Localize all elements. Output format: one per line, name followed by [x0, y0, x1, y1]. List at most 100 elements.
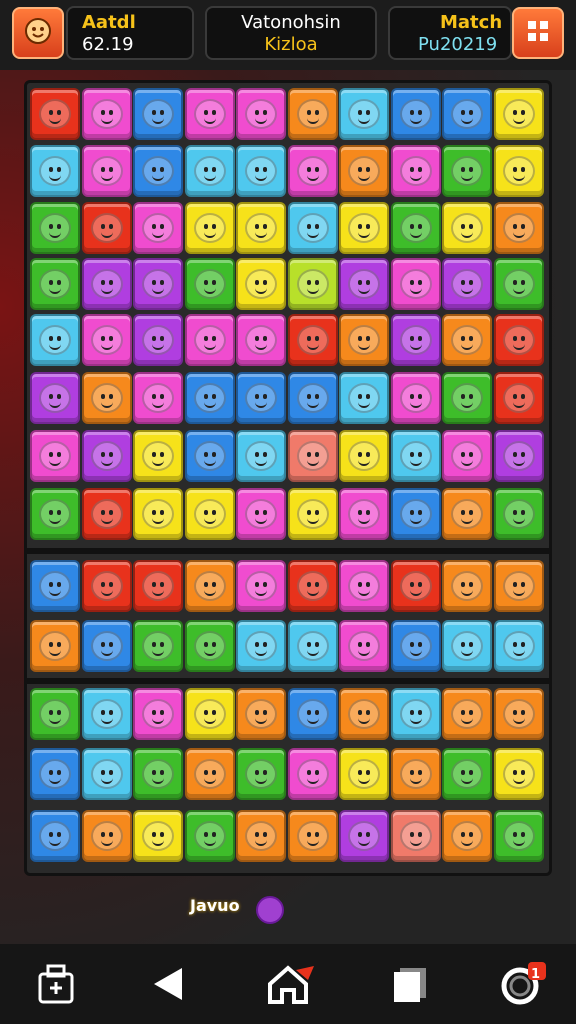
- profile-button[interactable]: [12, 7, 64, 59]
- tile-pink[interactable]: [287, 145, 338, 197]
- tile-pink[interactable]: [442, 430, 492, 482]
- tile-blue[interactable]: [184, 430, 235, 482]
- tile-pink[interactable]: [236, 88, 286, 140]
- tile-pink[interactable]: [339, 488, 389, 540]
- tile-yellow[interactable]: [133, 488, 183, 540]
- tile-green[interactable]: [133, 748, 183, 800]
- tile-cyan[interactable]: [236, 430, 286, 482]
- notifications-button[interactable]: 1: [494, 958, 550, 1014]
- tile-pink[interactable]: [339, 560, 389, 612]
- tile-yellow[interactable]: [442, 202, 492, 254]
- tile-purple[interactable]: [133, 314, 183, 366]
- tile-cyan[interactable]: [81, 748, 132, 800]
- tile-red[interactable]: [30, 88, 80, 140]
- tile-purple[interactable]: [493, 430, 544, 482]
- tile-blue[interactable]: [390, 620, 441, 672]
- tile-purple[interactable]: [442, 258, 492, 310]
- tile-yellow[interactable]: [184, 202, 235, 254]
- tile-green[interactable]: [30, 258, 80, 310]
- back-button[interactable]: [140, 958, 196, 1014]
- tile-cyan[interactable]: [236, 620, 286, 672]
- tile-green[interactable]: [390, 202, 441, 254]
- tile-pink[interactable]: [390, 145, 441, 197]
- tile-yellow[interactable]: [133, 810, 183, 862]
- tile-red[interactable]: [81, 560, 132, 612]
- tile-blue[interactable]: [442, 88, 492, 140]
- tile-yellow[interactable]: [184, 488, 235, 540]
- recent-apps-button[interactable]: [382, 958, 438, 1014]
- tile-cyan[interactable]: [236, 145, 286, 197]
- tile-salmon[interactable]: [390, 810, 441, 862]
- tile-blue[interactable]: [287, 688, 338, 740]
- tile-yellow[interactable]: [236, 258, 286, 310]
- menu-button[interactable]: [512, 7, 564, 59]
- tile-red[interactable]: [287, 560, 338, 612]
- tile-orange[interactable]: [442, 314, 492, 366]
- tile-pink[interactable]: [184, 88, 235, 140]
- tile-green[interactable]: [30, 688, 80, 740]
- tile-cyan[interactable]: [339, 88, 389, 140]
- tile-green[interactable]: [442, 145, 492, 197]
- tile-pink[interactable]: [81, 88, 132, 140]
- tile-orange[interactable]: [493, 688, 544, 740]
- tile-cyan[interactable]: [287, 620, 338, 672]
- tile-red[interactable]: [81, 202, 132, 254]
- tile-red[interactable]: [287, 314, 338, 366]
- tile-orange[interactable]: [442, 688, 492, 740]
- tile-pink[interactable]: [287, 748, 338, 800]
- tile-cyan[interactable]: [287, 202, 338, 254]
- tile-cyan[interactable]: [81, 688, 132, 740]
- tile-orange[interactable]: [184, 748, 235, 800]
- tile-purple[interactable]: [81, 258, 132, 310]
- tile-orange[interactable]: [236, 688, 286, 740]
- tile-purple[interactable]: [81, 430, 132, 482]
- tile-pink[interactable]: [133, 688, 183, 740]
- tile-yellow[interactable]: [339, 202, 389, 254]
- tile-blue[interactable]: [133, 88, 183, 140]
- tile-green[interactable]: [236, 748, 286, 800]
- tile-orange[interactable]: [493, 560, 544, 612]
- tile-pink[interactable]: [184, 314, 235, 366]
- tile-orange[interactable]: [442, 560, 492, 612]
- tile-blue[interactable]: [81, 620, 132, 672]
- tile-green[interactable]: [184, 620, 235, 672]
- tile-green[interactable]: [493, 488, 544, 540]
- tile-purple[interactable]: [390, 314, 441, 366]
- tile-cyan[interactable]: [30, 314, 80, 366]
- tile-orange[interactable]: [184, 560, 235, 612]
- tile-salmon[interactable]: [287, 430, 338, 482]
- tile-green[interactable]: [442, 372, 492, 424]
- tile-yellow[interactable]: [236, 202, 286, 254]
- tile-green[interactable]: [184, 810, 235, 862]
- tile-pink[interactable]: [133, 372, 183, 424]
- tile-cyan[interactable]: [390, 688, 441, 740]
- tile-pink[interactable]: [81, 145, 132, 197]
- tile-orange[interactable]: [287, 810, 338, 862]
- tile-orange[interactable]: [339, 688, 389, 740]
- tile-red[interactable]: [133, 560, 183, 612]
- tile-orange[interactable]: [442, 488, 492, 540]
- tile-pink[interactable]: [236, 314, 286, 366]
- tile-purple[interactable]: [339, 810, 389, 862]
- tile-orange[interactable]: [81, 810, 132, 862]
- tile-pink[interactable]: [133, 202, 183, 254]
- tile-cyan[interactable]: [493, 620, 544, 672]
- tile-pink[interactable]: [236, 560, 286, 612]
- tile-green[interactable]: [133, 620, 183, 672]
- tile-orange[interactable]: [236, 810, 286, 862]
- tile-lime[interactable]: [287, 258, 338, 310]
- tile-pink[interactable]: [339, 620, 389, 672]
- home-button[interactable]: [262, 958, 318, 1014]
- tile-green[interactable]: [442, 748, 492, 800]
- tile-cyan[interactable]: [442, 620, 492, 672]
- tile-blue[interactable]: [390, 88, 441, 140]
- tile-green[interactable]: [184, 258, 235, 310]
- tile-pink[interactable]: [390, 258, 441, 310]
- tile-yellow[interactable]: [133, 430, 183, 482]
- tile-yellow[interactable]: [493, 748, 544, 800]
- tile-pink[interactable]: [30, 430, 80, 482]
- tile-yellow[interactable]: [287, 488, 338, 540]
- tile-orange[interactable]: [390, 748, 441, 800]
- tile-yellow[interactable]: [184, 688, 235, 740]
- tile-cyan[interactable]: [390, 430, 441, 482]
